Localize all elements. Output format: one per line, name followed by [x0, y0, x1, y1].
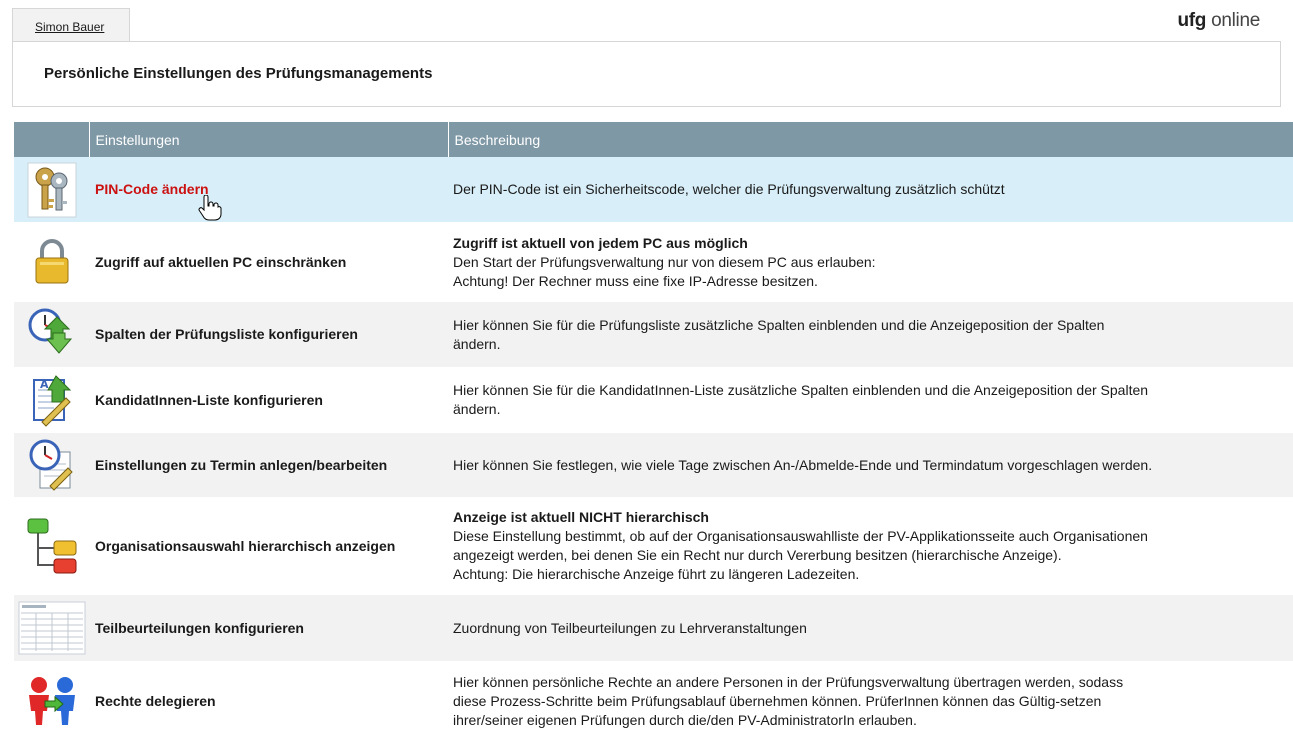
- brand-bold: ufg: [1177, 10, 1207, 31]
- table-row[interactable]: A KandidatInnen-Liste konfigurieren Hier…: [14, 367, 1293, 433]
- row-name[interactable]: Rechte delegieren: [89, 661, 448, 741]
- row-description: Anzeige ist aktuell NICHT hierarchisch D…: [448, 497, 1293, 595]
- row-description: Hier können persönliche Rechte an andere…: [448, 661, 1293, 741]
- calendar-clock-icon: [29, 439, 73, 491]
- desc-line: Hier können Sie festlegen, wie viele Tag…: [453, 456, 1153, 473]
- user-link[interactable]: Simon Bauer: [35, 20, 104, 34]
- desc-line: Der PIN-Code ist ein Sicherheitscode, we…: [453, 181, 1005, 197]
- hand-pointer-icon: [198, 195, 222, 221]
- desc-line: angezeigt werden, bei denen Sie ein Rech…: [453, 547, 1062, 563]
- desc-line: Den Start der Prüfungsverwaltung nur von…: [453, 253, 876, 270]
- desc-line: Achtung! Der Rechner muss eine fixe IP-A…: [453, 272, 818, 289]
- row-name[interactable]: Spalten der Prüfungsliste konfigurieren: [89, 302, 448, 367]
- desc-line: Hier können Sie für die Prüfungsliste zu…: [453, 316, 1105, 333]
- page-header: Persönliche Einstellungen des Prüfungsma…: [12, 41, 1281, 107]
- desc-line: Achtung: Die hierarchische Anzeige führt…: [453, 566, 860, 582]
- desc-line: Zuordnung von Teilbeurteilungen zu Lehrv…: [453, 619, 807, 636]
- spreadsheet-thumbnail-icon: [18, 601, 85, 655]
- desc-line: Hier können Sie für die KandidatInnen-Li…: [453, 382, 1149, 398]
- table-row[interactable]: Zugriff auf aktuellen PC einschränken Zu…: [14, 222, 1293, 302]
- user-tab[interactable]: Simon Bauer: [12, 8, 130, 41]
- clock-arrows-icon: [28, 308, 72, 354]
- row-description: Zuordnung von Teilbeurteilungen zu Lehrv…: [448, 595, 1293, 661]
- row-icon-cell: [14, 433, 89, 497]
- table-header-row: Einstellungen Beschreibung: [14, 122, 1293, 157]
- row-name[interactable]: Organisationsauswahl hierarchisch anzeig…: [89, 497, 448, 595]
- page-title: Persönliche Einstellungen des Prüfungsma…: [44, 65, 433, 82]
- row-icon-cell: [14, 222, 89, 302]
- row-name[interactable]: Teilbeurteilungen konfigurieren: [89, 595, 448, 661]
- row-description: Hier können Sie festlegen, wie viele Tag…: [448, 433, 1293, 497]
- row-description: Hier können Sie für die Prüfungsliste zu…: [448, 302, 1293, 367]
- padlock-icon: [35, 239, 68, 284]
- brand-rest: online: [1211, 10, 1260, 31]
- table-row[interactable]: Teilbeurteilungen konfigurieren Zuordnun…: [14, 595, 1293, 661]
- table-row[interactable]: Einstellungen zu Termin anlegen/bearbeit…: [14, 433, 1293, 497]
- row-icon-cell: [14, 157, 89, 222]
- row-name[interactable]: KandidatInnen-Liste konfigurieren: [89, 367, 448, 433]
- table-row[interactable]: Rechte delegieren Hier können persönlich…: [14, 661, 1293, 741]
- document-edit-icon: A: [32, 375, 71, 427]
- row-icon-cell: [14, 661, 89, 741]
- row-name[interactable]: PIN-Code ändern: [89, 157, 448, 222]
- row-icon-cell: [14, 497, 89, 595]
- desc-line: Diese Einstellung bestimmt, ob auf der O…: [453, 528, 1148, 544]
- header-icon-cell: [14, 122, 90, 157]
- desc-line: diese Prozess-Schritte beim Prüfungsabla…: [453, 692, 1102, 709]
- svg-text:A: A: [40, 378, 49, 391]
- row-icon-cell: [14, 302, 89, 367]
- row-description: Hier können Sie für die KandidatInnen-Li…: [448, 367, 1293, 433]
- row-name[interactable]: Zugriff auf aktuellen PC einschränken: [89, 222, 448, 302]
- desc-line: ändern.: [453, 335, 501, 352]
- row-icon-cell: A: [14, 367, 89, 433]
- desc-line: ändern.: [453, 401, 501, 417]
- row-description: Zugriff ist aktuell von jedem PC aus mög…: [448, 222, 1293, 302]
- hierarchy-icon: [27, 518, 76, 574]
- desc-status: Zugriff ist aktuell von jedem PC aus mög…: [453, 234, 748, 251]
- table-row[interactable]: Spalten der Prüfungsliste konfigurieren …: [14, 302, 1293, 367]
- header-description: Beschreibung: [448, 122, 1293, 157]
- row-icon-cell: [14, 595, 89, 661]
- desc-status: Anzeige ist aktuell NICHT hierarchisch: [453, 509, 709, 525]
- row-description: Der PIN-Code ist ein Sicherheitscode, we…: [448, 157, 1293, 222]
- header-settings: Einstellungen: [89, 122, 449, 157]
- table-row[interactable]: Organisationsauswahl hierarchisch anzeig…: [14, 497, 1293, 595]
- desc-line: Hier können persönliche Rechte an andere…: [453, 673, 1124, 690]
- desc-line: ihrer/seiner eigenen Prüfungen durch die…: [453, 711, 917, 728]
- delegate-users-icon: [28, 677, 75, 725]
- keys-icon: [27, 162, 76, 217]
- row-name[interactable]: Einstellungen zu Termin anlegen/bearbeit…: [89, 433, 448, 497]
- brand-logo: ufg online: [1177, 10, 1260, 32]
